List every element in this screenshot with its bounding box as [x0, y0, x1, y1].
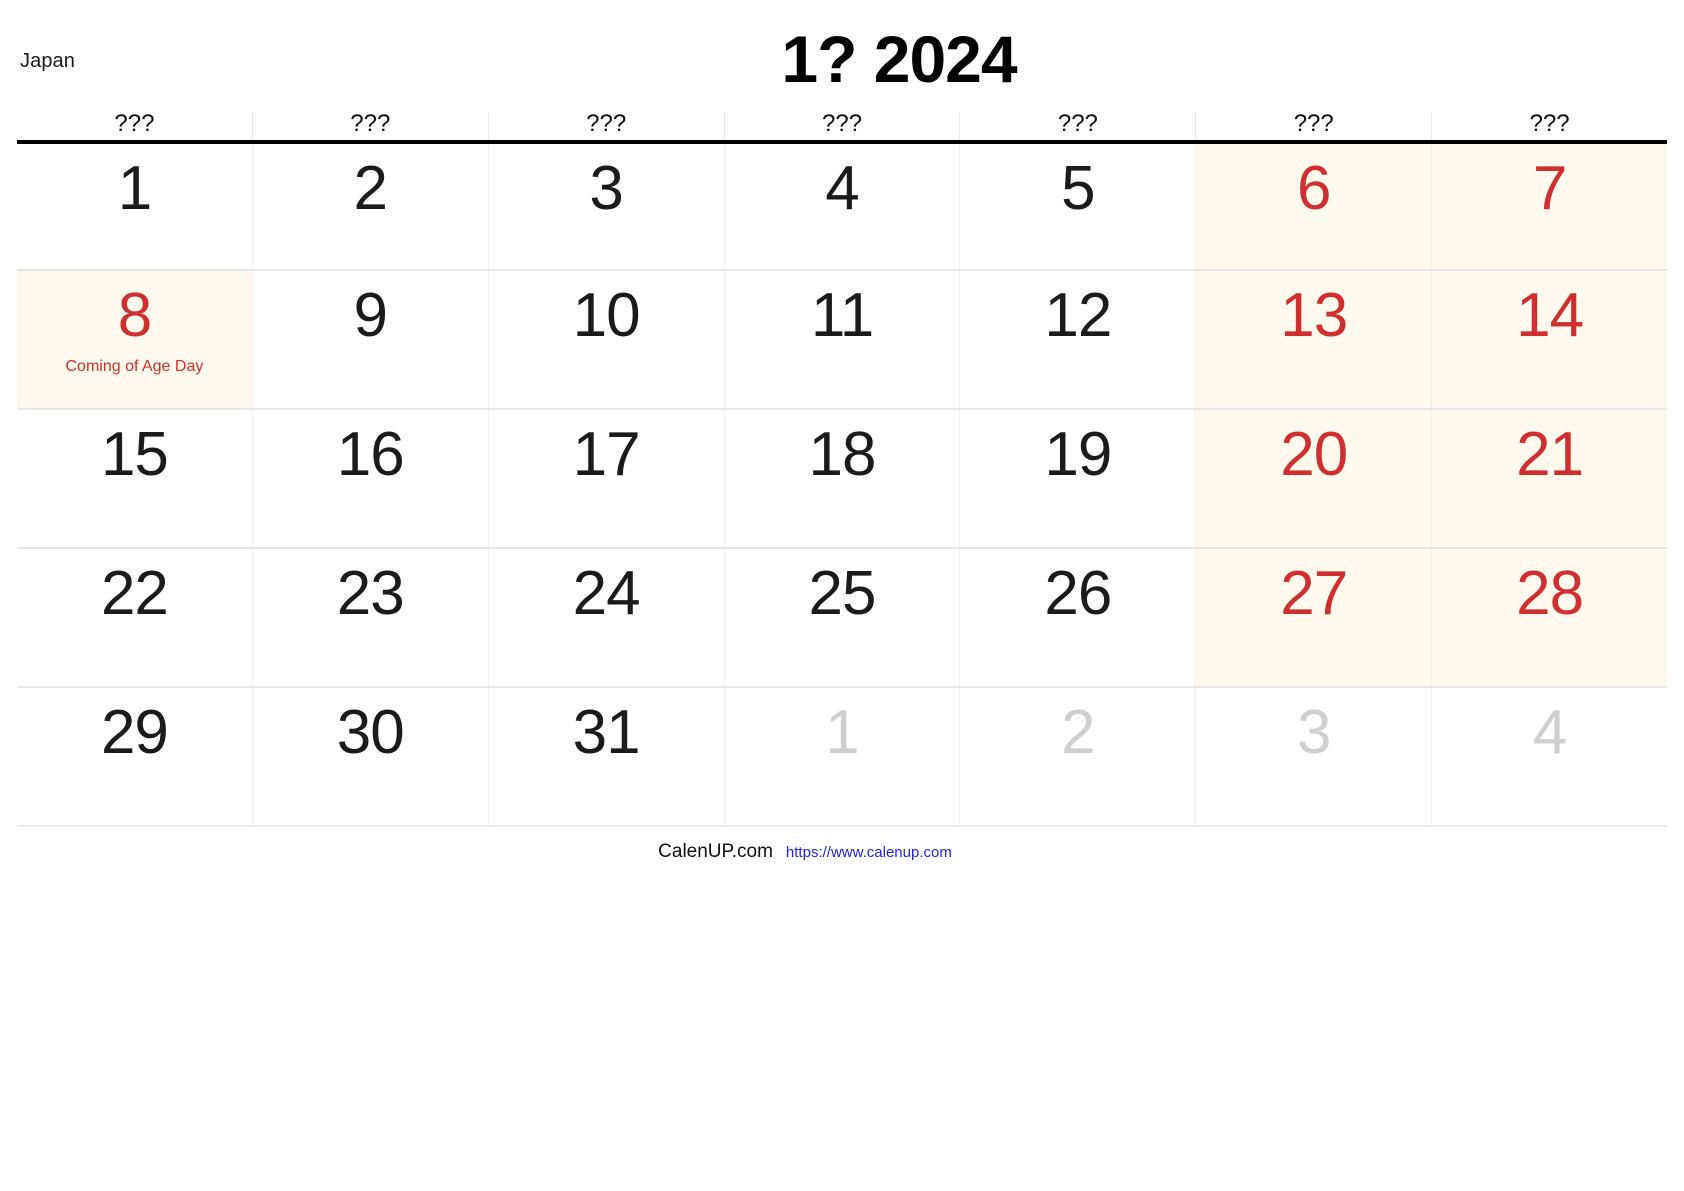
day-number: 10 [572, 281, 641, 350]
day-cell[interactable]: 25 [725, 549, 961, 686]
calendar-header: Japan 1? 2024 [0, 0, 1684, 100]
day-number: 8 [117, 281, 152, 350]
day-number: 7 [1532, 154, 1567, 223]
weekday-header-4: ??? [960, 112, 1197, 140]
day-number: 3 [1296, 698, 1331, 767]
day-cell[interactable]: 18 [725, 410, 961, 547]
calendar-grid: ??? ??? ??? ??? ??? ??? ??? 1 2 3 4 5 6 7 8 Comi… [17, 100, 1668, 827]
day-cell[interactable]: 13 [1196, 271, 1433, 408]
day-cell[interactable]: 17 [489, 410, 725, 547]
day-cell[interactable]: 26 [960, 549, 1197, 686]
day-number: 2 [353, 154, 388, 223]
day-cell[interactable]: 28 [1432, 549, 1668, 686]
day-cell[interactable]: 8 Coming of Age Day [17, 271, 253, 408]
page-title: 1? 2024 [781, 22, 1017, 96]
day-cell[interactable]: 20 [1196, 410, 1433, 547]
day-cell[interactable]: 21 [1432, 410, 1668, 547]
day-cell[interactable]: 23 [253, 549, 489, 686]
day-cell[interactable]: 31 [489, 688, 725, 825]
day-number: 28 [1516, 559, 1584, 628]
day-number: 1 [825, 698, 859, 767]
day-number: 23 [336, 559, 405, 628]
day-cell[interactable]: 30 [253, 688, 489, 825]
day-cell[interactable]: 5 [960, 144, 1197, 269]
day-number: 15 [100, 420, 169, 489]
day-cell[interactable]: 7 [1432, 144, 1668, 269]
footer-brand: CalenUP.com [658, 841, 773, 862]
calendar-weeks: 1 2 3 4 5 6 7 8 Coming of Age Day 9 10 11 12 13 14 15 16… [17, 144, 1668, 827]
day-cell[interactable]: 6 [1196, 144, 1433, 269]
day-cell[interactable]: 4 [1432, 688, 1667, 825]
day-number: 5 [1061, 154, 1095, 223]
calendar-week-row: 1 2 3 4 5 6 7 [17, 144, 1668, 271]
day-cell[interactable]: 14 [1432, 271, 1668, 408]
day-cell[interactable]: 22 [17, 549, 253, 686]
day-cell[interactable]: 11 [725, 271, 961, 408]
weekday-header-1: ??? [253, 112, 489, 140]
day-number: 30 [336, 698, 405, 767]
day-cell[interactable]: 2 [253, 144, 489, 269]
day-cell[interactable]: 27 [1196, 549, 1433, 686]
day-cell[interactable]: 16 [253, 410, 489, 547]
day-number: 26 [1044, 559, 1112, 628]
day-number: 4 [825, 154, 859, 223]
day-number: 14 [1516, 281, 1584, 350]
weekday-header-2: ??? [489, 112, 725, 140]
footer: CalenUP.com https://www.calenup.com [0, 841, 1647, 863]
calendar-week-row: 15 16 17 18 19 20 21 [17, 410, 1668, 549]
day-cell[interactable]: 24 [489, 549, 725, 686]
day-number: 18 [808, 420, 877, 489]
day-cell[interactable]: 29 [17, 688, 253, 825]
day-cell[interactable]: 1 [725, 688, 961, 825]
calendar-week-row: 8 Coming of Age Day 9 10 11 12 13 14 [17, 271, 1668, 410]
day-number: 17 [572, 420, 641, 489]
day-number: 21 [1516, 420, 1584, 489]
day-cell[interactable]: 3 [489, 144, 725, 269]
calendar-week-row: 29 30 31 1 2 3 4 [17, 688, 1667, 827]
day-cell[interactable]: 15 [17, 410, 253, 547]
weekday-header-5: ??? [1196, 112, 1433, 140]
day-number: 9 [353, 281, 388, 350]
day-cell[interactable]: 4 [725, 144, 961, 269]
day-number: 1 [117, 154, 152, 223]
weekday-header-row: ??? ??? ??? ??? ??? ??? ??? [17, 100, 1667, 140]
day-cell[interactable]: 2 [960, 688, 1197, 825]
day-number: 13 [1280, 281, 1348, 350]
day-number: 31 [572, 698, 641, 767]
day-cell[interactable]: 19 [960, 410, 1197, 547]
day-cell[interactable]: 10 [489, 271, 725, 408]
day-cell[interactable]: 9 [253, 271, 489, 408]
day-number: 6 [1296, 154, 1331, 223]
day-number: 4 [1532, 698, 1567, 767]
holiday-label: Coming of Age Day [65, 358, 204, 375]
day-number: 12 [1044, 281, 1112, 350]
weekday-header-3: ??? [725, 112, 961, 140]
day-number: 11 [810, 281, 874, 350]
day-number: 19 [1044, 420, 1112, 489]
day-cell[interactable]: 1 [17, 144, 253, 269]
calendar-page: Japan 1? 2024 ??? ??? ??? ??? ??? ??? ??… [0, 0, 1684, 1191]
day-number: 29 [100, 698, 169, 767]
day-number: 27 [1280, 559, 1348, 628]
weekday-header-0: ??? [17, 112, 253, 140]
footer-website-link[interactable]: https://www.calenup.com [786, 844, 952, 861]
day-number: 16 [336, 420, 405, 489]
day-number: 25 [808, 559, 877, 628]
day-number: 3 [589, 154, 623, 223]
day-number: 24 [572, 559, 641, 628]
weekday-header-6: ??? [1529, 110, 1570, 137]
day-number: 20 [1280, 420, 1348, 489]
calendar-week-row: 22 23 24 25 26 27 28 [17, 549, 1668, 688]
day-number: 22 [100, 559, 169, 628]
day-number: 2 [1061, 698, 1095, 767]
day-cell[interactable]: 12 [960, 271, 1197, 408]
day-cell[interactable]: 3 [1196, 688, 1433, 825]
